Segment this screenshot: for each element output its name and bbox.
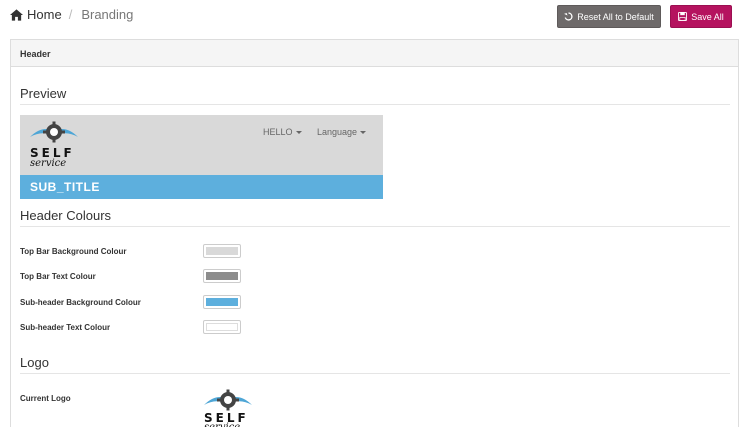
preview-logo: SELF service — [26, 121, 96, 171]
colour-swatch — [206, 298, 238, 306]
top-bar-text-label: Top Bar Text Colour — [20, 272, 96, 281]
preview-user-menu[interactable]: HELLO — [263, 127, 302, 137]
home-label: Home — [27, 7, 62, 22]
header-preview: SELF service HELLO Language SUB_TITLE — [20, 115, 383, 199]
home-link[interactable]: Home — [10, 7, 62, 22]
preview-divider — [20, 104, 730, 105]
logo-service-text: service — [30, 158, 67, 169]
home-icon — [10, 8, 23, 21]
top-bar-text-colour-picker[interactable] — [203, 269, 241, 283]
breadcrumb-current: Branding — [81, 7, 134, 22]
current-logo-image: SELF service — [202, 389, 272, 427]
sub-header-text-colour-picker[interactable] — [203, 320, 241, 334]
top-bar-bg-colour-picker[interactable] — [203, 244, 241, 258]
logo-title: Logo — [20, 355, 49, 370]
current-logo-label: Current Logo — [20, 394, 71, 403]
sub-header-bg-colour-picker[interactable] — [203, 295, 241, 309]
reset-all-label: Reset All to Default — [577, 11, 654, 22]
colour-swatch — [206, 323, 238, 331]
breadcrumb: Home / Branding — [10, 7, 133, 22]
panel-heading: Header — [11, 40, 738, 67]
logo-divider — [20, 373, 730, 374]
reset-all-button[interactable]: Reset All to Default — [557, 5, 661, 28]
header-colours-divider — [20, 226, 730, 227]
floppy-disk-icon — [678, 12, 688, 21]
gear-logo-icon — [30, 121, 78, 143]
logo-service-text: service — [204, 422, 240, 427]
colour-swatch — [206, 247, 238, 255]
top-bar: Home / Branding Reset All to Default Sav… — [0, 0, 750, 38]
gear-logo-icon — [204, 389, 252, 411]
preview-sub-title: SUB_TITLE — [30, 180, 100, 194]
preview-user-label: HELLO — [263, 127, 293, 137]
preview-title: Preview — [20, 86, 67, 101]
top-bar-bg-label: Top Bar Background Colour — [20, 247, 127, 256]
header-panel: Header Preview SELF service HELLO Langua… — [10, 39, 739, 427]
colour-swatch — [206, 272, 238, 280]
caret-down-icon — [360, 131, 367, 135]
preview-sub-header: SUB_TITLE — [20, 175, 383, 199]
preview-language-menu[interactable]: Language — [317, 127, 367, 137]
preview-top-bar: SELF service HELLO Language — [20, 115, 383, 175]
header-colours-title: Header Colours — [20, 208, 112, 223]
save-all-label: Save All — [691, 11, 724, 22]
reset-icon — [564, 12, 573, 21]
sub-header-text-label: Sub-header Text Colour — [20, 323, 111, 332]
sub-header-bg-label: Sub-header Background Colour — [20, 298, 141, 307]
caret-down-icon — [295, 131, 302, 135]
breadcrumb-separator: / — [68, 7, 73, 22]
preview-language-label: Language — [317, 127, 358, 137]
save-all-button[interactable]: Save All — [670, 5, 732, 28]
